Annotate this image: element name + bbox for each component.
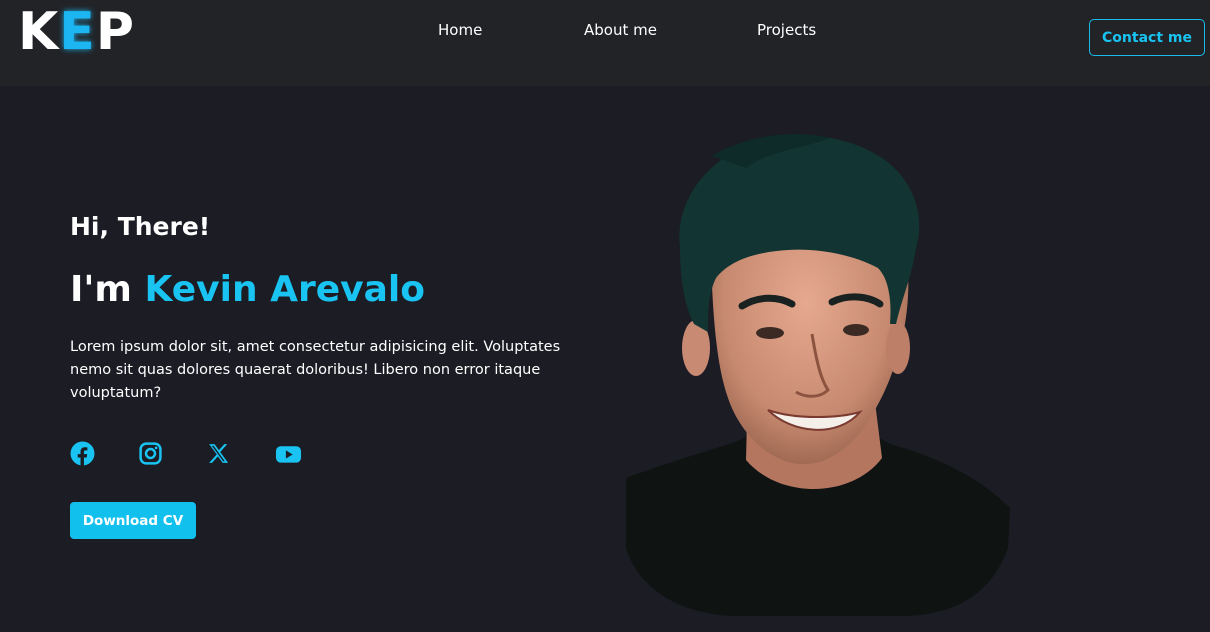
- intro-prefix: I'm: [70, 269, 132, 310]
- nav-link-home[interactable]: Home: [438, 19, 482, 41]
- nav-link-about-me[interactable]: About me: [584, 19, 657, 41]
- instagram-icon[interactable]: [138, 441, 163, 466]
- main-nav: Home About me Projects: [0, 19, 1210, 41]
- greeting-heading: Hi, There!: [70, 212, 211, 241]
- youtube-icon[interactable]: [275, 441, 302, 466]
- facebook-icon[interactable]: [70, 441, 95, 466]
- contact-me-button[interactable]: Contact me: [1089, 19, 1205, 56]
- profile-photo: [620, 128, 1020, 620]
- social-links: [70, 441, 310, 467]
- bio-paragraph: Lorem ipsum dolor sit, amet consectetur …: [70, 339, 561, 401]
- nav-link-projects[interactable]: Projects: [757, 19, 816, 41]
- site-header: K E P Home About me Projects Contact me: [0, 0, 1210, 86]
- x-twitter-icon[interactable]: [206, 441, 231, 466]
- download-cv-button[interactable]: Download CV: [70, 502, 196, 539]
- name-heading: I'm Kevin Arevalo: [70, 268, 425, 312]
- person-name: Kevin Arevalo: [144, 269, 425, 310]
